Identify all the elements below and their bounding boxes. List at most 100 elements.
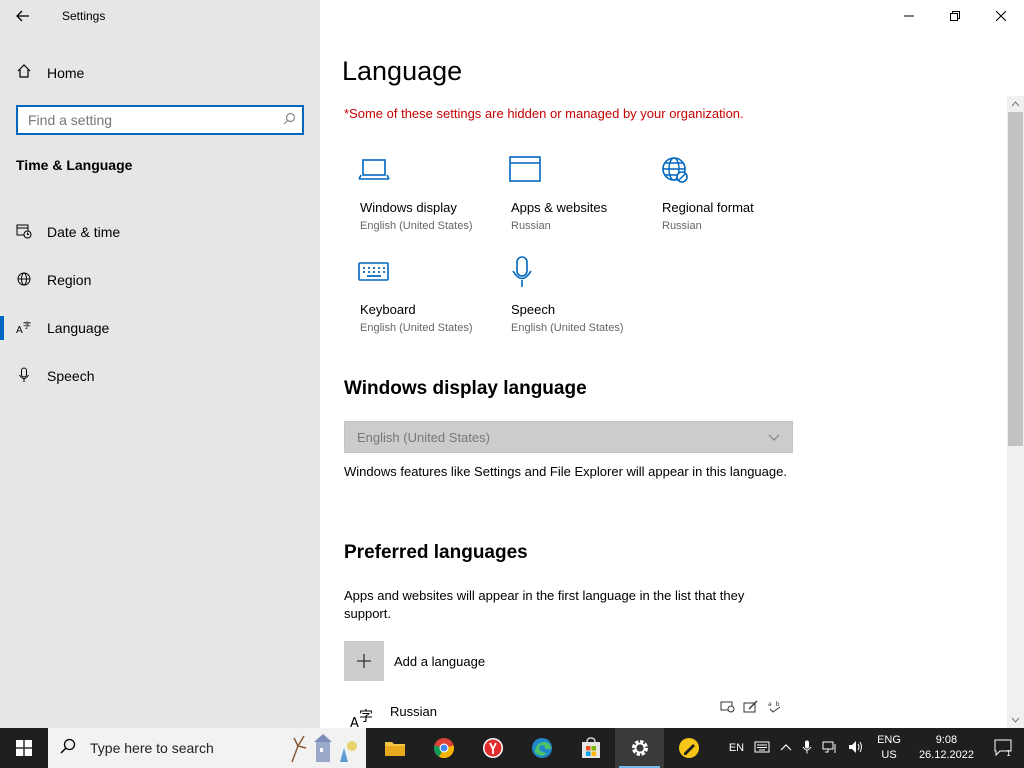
display-language-description: Windows features like Settings and File …	[344, 464, 787, 479]
display-language-icon	[720, 701, 735, 713]
volume-icon[interactable]	[843, 740, 869, 757]
sidebar-item-date-time[interactable]: Date & time	[0, 208, 320, 256]
language-switcher[interactable]: ENG US	[869, 733, 909, 763]
tile-windows-display[interactable]: Windows display English (United States)	[344, 150, 494, 250]
sidebar-item-language[interactable]: A字 Language	[0, 304, 320, 352]
tile-label: Keyboard	[360, 302, 416, 317]
settings-search[interactable]	[16, 105, 304, 135]
taskbar-yandex-browser[interactable]	[468, 728, 517, 768]
tile-value: Russian	[662, 220, 702, 232]
window-controls	[886, 0, 1024, 32]
tile-regional-format[interactable]: Regional format Russian	[646, 150, 796, 250]
preferred-languages-description: Apps and websites will appear in the fir…	[344, 588, 745, 621]
taskbar: Type here to search EN ENG US 9:08 26.12…	[0, 728, 1024, 768]
taskbar-settings[interactable]	[615, 728, 664, 768]
pencil-note-icon	[678, 738, 699, 758]
taskbar-apps	[370, 728, 713, 768]
main-scrollbar[interactable]	[1007, 96, 1024, 728]
home-link[interactable]: Home	[16, 60, 84, 86]
touch-keyboard-icon[interactable]	[749, 741, 775, 756]
tile-label: Speech	[511, 302, 556, 317]
back-button[interactable]	[0, 0, 46, 32]
folder-icon	[384, 742, 405, 756]
start-button[interactable]	[0, 728, 48, 768]
sidebar: Settings Home Time & Language Date & tim…	[0, 0, 320, 728]
keyboard-icon	[344, 252, 494, 292]
display-language-select[interactable]: English (United States)	[344, 421, 793, 453]
chevron-up-icon[interactable]	[775, 742, 797, 754]
section-title: Time & Language	[16, 157, 133, 173]
calendar-clock-icon	[16, 223, 36, 242]
taskbar-sticky-notes[interactable]	[664, 728, 713, 768]
search-icon[interactable]	[283, 112, 296, 128]
tile-keyboard[interactable]: Keyboard English (United States)	[344, 252, 494, 352]
sidebar-item-label: Region	[47, 272, 92, 288]
globe-icon	[646, 150, 796, 190]
microphone-icon[interactable]	[797, 740, 817, 757]
spellcheck-icon: abc	[768, 701, 786, 713]
display-language-value: English (United States)	[357, 429, 490, 445]
scroll-down-icon[interactable]	[1007, 712, 1024, 728]
add-language-label: Add a language	[394, 653, 486, 669]
network-icon[interactable]	[817, 740, 843, 757]
clock[interactable]: 9:08 26.12.2022	[909, 733, 984, 763]
tile-value: English (United States)	[360, 322, 473, 334]
taskbar-file-explorer[interactable]	[370, 728, 419, 768]
search-highlight-illustration-icon	[291, 734, 357, 763]
close-button[interactable]	[978, 0, 1024, 32]
home-icon	[16, 63, 36, 83]
language-feature-icons: abc	[720, 700, 786, 717]
yandex-browser-icon	[482, 738, 503, 758]
language-item-russian[interactable]: A字 Russian abc	[344, 700, 794, 728]
input-indicator[interactable]: EN	[724, 742, 749, 754]
sidebar-item-label: Date & time	[47, 224, 121, 240]
svg-text:字: 字	[23, 320, 31, 330]
window-icon	[495, 150, 645, 190]
microphone-icon	[495, 252, 645, 292]
chrome-icon	[433, 738, 454, 759]
svg-text:abc: abc	[768, 701, 783, 708]
tile-speech[interactable]: Speech English (United States)	[495, 252, 645, 352]
taskbar-edge[interactable]	[517, 728, 566, 768]
notifications-button[interactable]: 1	[984, 728, 1024, 768]
language-glyph-icon: A字	[350, 706, 376, 728]
tile-apps-websites[interactable]: Apps & websites Russian	[495, 150, 645, 250]
restore-button[interactable]	[932, 0, 978, 32]
scroll-up-icon[interactable]	[1007, 96, 1024, 112]
restore-icon	[950, 11, 960, 21]
sidebar-item-region[interactable]: Region	[0, 256, 320, 304]
sidebar-item-speech[interactable]: Speech	[0, 352, 320, 400]
clock-time: 9:08	[935, 734, 958, 746]
sidebar-item-label: Language	[47, 320, 110, 336]
language-name: Russian	[390, 704, 437, 719]
svg-text:A: A	[350, 716, 359, 728]
tile-value: English (United States)	[360, 220, 473, 232]
tile-label: Regional format	[662, 200, 754, 215]
home-label: Home	[47, 65, 85, 81]
tile-label: Windows display	[360, 200, 457, 215]
notification-icon: 1	[994, 739, 1012, 757]
search-icon	[60, 738, 76, 759]
language-icon: A字	[16, 319, 36, 338]
taskbar-chrome[interactable]	[419, 728, 468, 768]
tile-value: English (United States)	[511, 322, 624, 334]
minimize-icon	[904, 15, 914, 17]
search-input[interactable]	[28, 112, 283, 128]
scrollbar-thumb[interactable]	[1008, 112, 1023, 446]
sidebar-item-label: Speech	[47, 368, 95, 384]
laptop-icon	[344, 150, 494, 190]
app-title: Settings	[62, 9, 106, 23]
managed-warning: *Some of these settings are hidden or ma…	[344, 106, 744, 121]
add-language-button[interactable]: Add a language	[344, 641, 485, 681]
gear-icon	[631, 740, 648, 756]
taskbar-search-text: Type here to search	[90, 740, 214, 756]
svg-text:1: 1	[1006, 749, 1011, 757]
minimize-button[interactable]	[886, 0, 932, 32]
page-title: Language	[342, 56, 463, 86]
tile-value: Russian	[511, 220, 551, 232]
clock-date: 26.12.2022	[918, 749, 974, 761]
system-tray: EN ENG US 9:08 26.12.2022 1	[724, 728, 1024, 768]
taskbar-search[interactable]: Type here to search	[48, 728, 366, 768]
preferred-languages-heading: Preferred languages	[344, 542, 528, 563]
taskbar-store[interactable]	[566, 728, 615, 768]
